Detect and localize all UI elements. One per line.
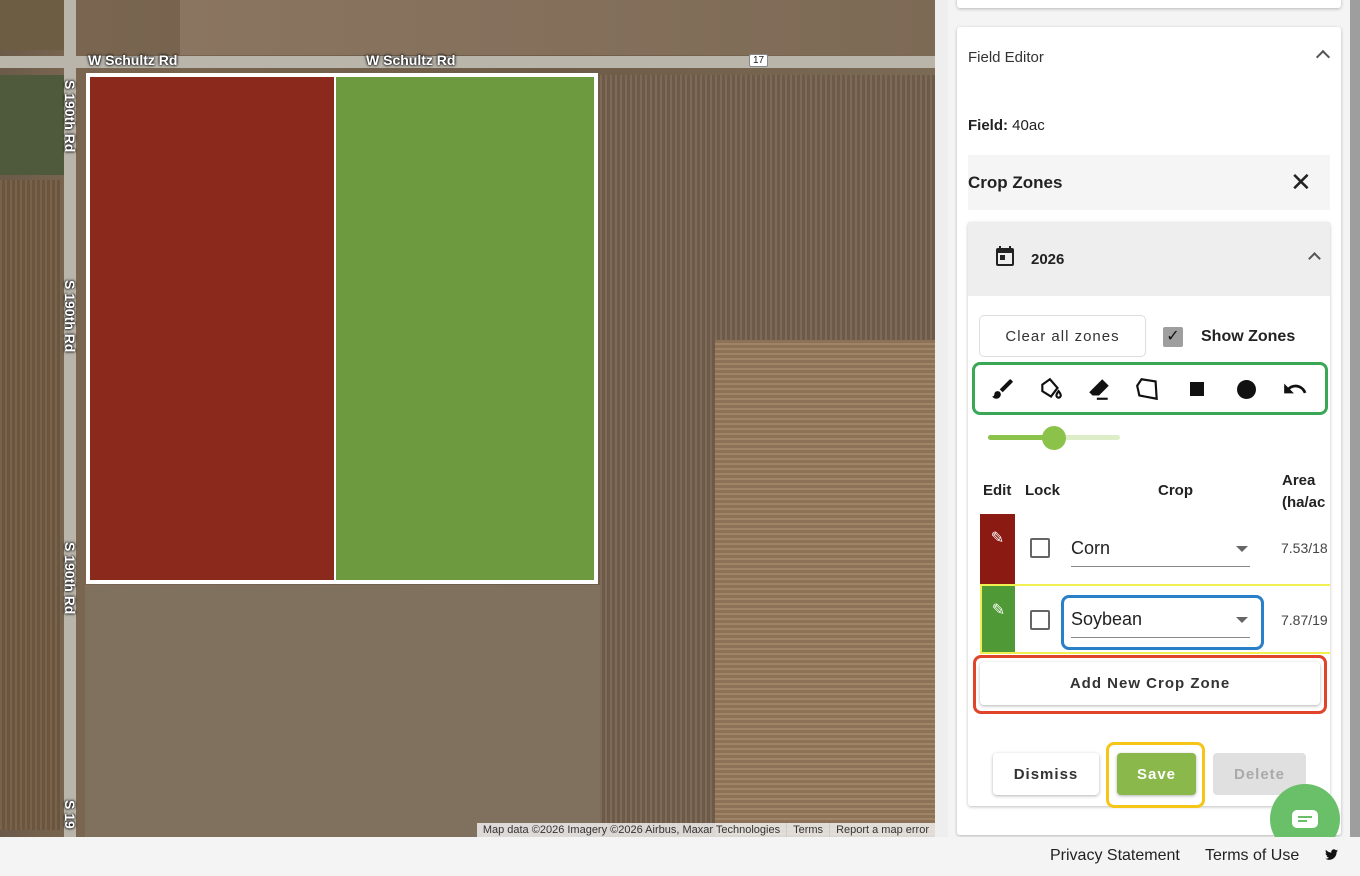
twitter-icon[interactable] <box>1324 848 1339 862</box>
side-panel: Field Editor Field: 40ac Crop Zones ✕ 20… <box>948 0 1350 837</box>
fill-bucket-icon[interactable] <box>1036 374 1066 404</box>
field-value: 40ac <box>1012 117 1045 134</box>
lock-checkbox[interactable] <box>1030 538 1050 558</box>
lock-checkbox[interactable] <box>1030 610 1050 630</box>
crop-select-value: Corn <box>1071 538 1111 558</box>
footer: Privacy Statement Terms of Use <box>0 837 1360 876</box>
table-row: ✎ Corn 7.53/18 <box>980 514 1330 584</box>
dismiss-button[interactable]: Dismiss <box>993 753 1099 795</box>
road-label: S 19 <box>62 800 78 829</box>
eraser-icon[interactable] <box>1084 374 1114 404</box>
top-card <box>957 0 1341 8</box>
dropdown-caret-icon <box>1236 546 1248 552</box>
crop-zone-corn[interactable] <box>86 73 338 584</box>
show-zones-checkbox[interactable]: ✓ <box>1163 327 1183 347</box>
field-editor-title: Field Editor <box>968 49 1044 66</box>
selected-highlight <box>1061 595 1264 650</box>
chat-icon <box>1292 810 1318 828</box>
add-new-crop-zone-button[interactable]: Add New Crop Zone <box>980 662 1320 705</box>
road-label: W Schultz Rd <box>366 52 456 68</box>
col-area-label: Area <box>1282 472 1316 489</box>
square-icon[interactable] <box>1182 374 1212 404</box>
field-label: Field: <box>968 117 1008 134</box>
year-header[interactable] <box>968 222 1330 296</box>
road-label: W Schultz Rd <box>88 52 178 68</box>
year-label: 2026 <box>1031 251 1065 268</box>
privacy-statement-link[interactable]: Privacy Statement <box>1050 847 1180 865</box>
col-area: Area (ha/ac <box>1282 470 1330 514</box>
crop-select[interactable]: Corn <box>1071 531 1250 567</box>
close-icon[interactable]: ✕ <box>1290 169 1312 195</box>
polygon-icon[interactable] <box>1133 374 1163 404</box>
brush-size-slider[interactable] <box>988 426 1120 450</box>
show-zones-label: Show Zones <box>1201 328 1296 345</box>
area-value: 7.87/19 <box>1281 612 1328 628</box>
area-value: 7.53/18 <box>1281 540 1328 556</box>
road-label: S 190th Rd <box>62 280 78 353</box>
crop-zones-title: Crop Zones <box>968 173 1063 192</box>
panel-resize-handle[interactable] <box>935 0 948 837</box>
map-attribution: Map data ©2026 Imagery ©2026 Airbus, Max… <box>476 823 935 837</box>
satellite-map[interactable]: W Schultz Rd W Schultz Rd 17 S 190th Rd … <box>0 0 935 837</box>
col-edit: Edit <box>983 482 1012 499</box>
attribution-text: Map data ©2026 Imagery ©2026 Airbus, Max… <box>482 824 781 836</box>
col-crop: Crop <box>1158 482 1193 499</box>
terms-of-use-link[interactable]: Terms of Use <box>1205 847 1299 865</box>
brush-icon[interactable] <box>988 374 1018 404</box>
circle-icon[interactable] <box>1231 374 1261 404</box>
road-label: S 190th Rd <box>62 542 78 615</box>
col-area-unit: (ha/ac <box>1282 494 1326 511</box>
clear-all-zones-button[interactable]: Clear all zones <box>980 316 1145 356</box>
crop-zone-soybean[interactable] <box>334 73 598 584</box>
edit-zone-button[interactable]: ✎ <box>982 586 1015 652</box>
calendar-icon <box>996 246 1014 266</box>
route-shield: 17 <box>749 54 769 67</box>
save-button[interactable]: Save <box>1117 753 1196 795</box>
slider-thumb[interactable] <box>1042 426 1066 450</box>
road-label: S 190th Rd <box>62 80 78 153</box>
col-lock: Lock <box>1025 482 1061 499</box>
edit-zone-button[interactable]: ✎ <box>980 514 1015 584</box>
undo-icon[interactable] <box>1280 374 1310 404</box>
scrollbar[interactable] <box>1350 0 1360 837</box>
terms-link[interactable]: Terms <box>786 823 829 837</box>
report-map-error-link[interactable]: Report a map error <box>829 823 935 837</box>
